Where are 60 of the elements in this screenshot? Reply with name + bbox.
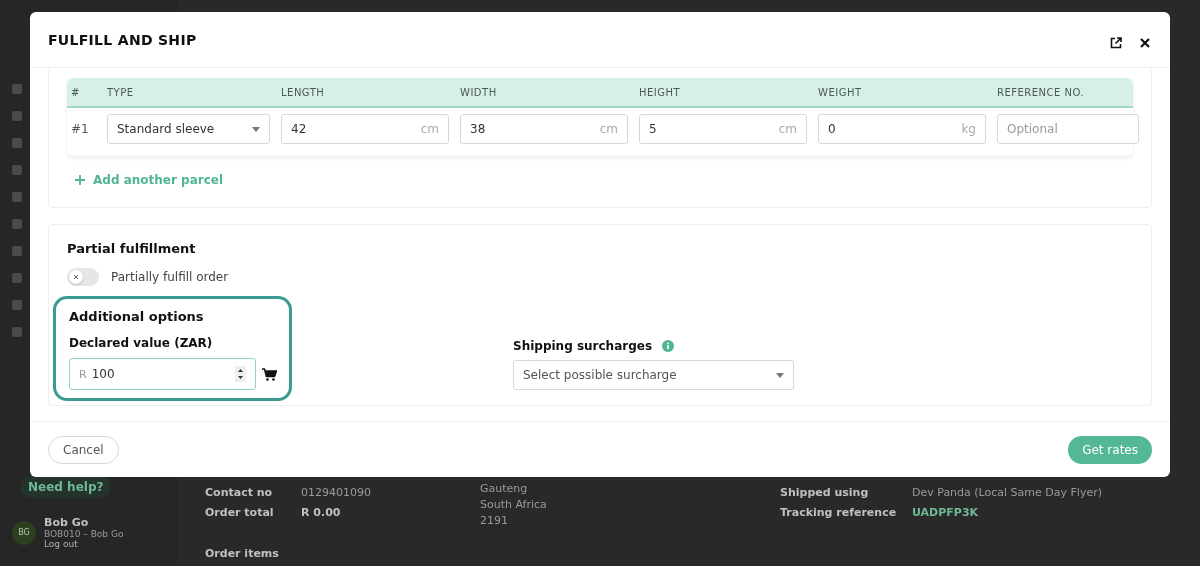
detail-label: Tracking reference [780, 506, 898, 519]
nav-icon[interactable] [12, 165, 22, 175]
user-avatar: BG [12, 520, 36, 545]
declared-value-field[interactable]: R 100 [69, 358, 257, 390]
section-heading: Partial fulfillment [67, 241, 197, 256]
caret-icon [776, 372, 784, 378]
nav-icon[interactable] [12, 327, 22, 337]
stepper-icon[interactable] [235, 366, 247, 382]
nav-icon[interactable] [12, 84, 22, 94]
address-line: 2191 [480, 514, 509, 527]
detail-value: 0129401090 [301, 486, 371, 499]
column-header: WEIGHT [818, 86, 863, 98]
field-label: Shipping surcharges [513, 339, 653, 353]
nav-icon[interactable] [12, 192, 22, 202]
help-button[interactable]: Need help? [20, 476, 112, 498]
section-heading: Order items [205, 547, 280, 560]
detail-label: Shipped using [780, 486, 870, 499]
tracking-link[interactable]: UADPFP3K [912, 506, 979, 519]
nav-icon[interactable] [12, 219, 22, 229]
type-select[interactable]: Standard sleeve [107, 114, 270, 144]
user-name: Bob Go [44, 516, 90, 529]
column-header: LENGTH [281, 86, 326, 98]
dimension-field[interactable]: 5 cm [639, 114, 807, 144]
info-icon[interactable] [662, 340, 675, 352]
address-line: South Africa [480, 498, 548, 511]
surcharge-select[interactable]: Select possible surcharge [513, 360, 794, 390]
nav-icon[interactable] [12, 138, 22, 148]
row-number: #1 [70, 122, 90, 136]
column-header: HEIGHT [639, 86, 682, 98]
detail-label: Order total [205, 506, 275, 519]
dimension-field[interactable]: 0 kg [818, 114, 986, 144]
caret-icon [252, 126, 260, 132]
column-header: # [70, 86, 81, 98]
section-heading: Additional options [69, 309, 205, 324]
nav-icon[interactable] [12, 273, 22, 283]
reference-field[interactable]: Optional [997, 114, 1139, 144]
detail-label: Contact no [205, 486, 274, 499]
toggle-switch[interactable] [67, 268, 99, 286]
detail-value: Dev Panda (Local Same Day Flyer) [912, 486, 1102, 499]
close-icon[interactable] [1140, 37, 1150, 48]
nav-icon[interactable] [12, 300, 22, 310]
account-name: BOB010 – Bob Go [44, 529, 124, 539]
cart-icon[interactable] [262, 367, 277, 381]
nav-icon[interactable] [12, 246, 22, 256]
column-header: WIDTH [460, 86, 498, 98]
toggle-label: Partially fulfill order [111, 270, 229, 284]
plus-icon [75, 175, 85, 185]
cancel-button[interactable]: Cancel [48, 435, 119, 464]
field-label: Declared value (ZAR) [69, 336, 214, 350]
modal-title: FULFILL AND SHIP [48, 31, 197, 48]
external-link-icon[interactable] [1110, 36, 1122, 49]
logout-link[interactable]: Log out [44, 539, 124, 549]
dimension-field[interactable]: 38 cm [460, 114, 628, 144]
column-header: REFERENCE NO. [997, 86, 1086, 98]
column-header: TYPE [107, 86, 135, 98]
address-line: Gauteng [480, 482, 529, 495]
dimension-field[interactable]: 42 cm [281, 114, 449, 144]
detail-value: R 0.00 [301, 506, 341, 519]
nav-icon[interactable] [12, 111, 22, 121]
cross-icon [73, 274, 79, 280]
